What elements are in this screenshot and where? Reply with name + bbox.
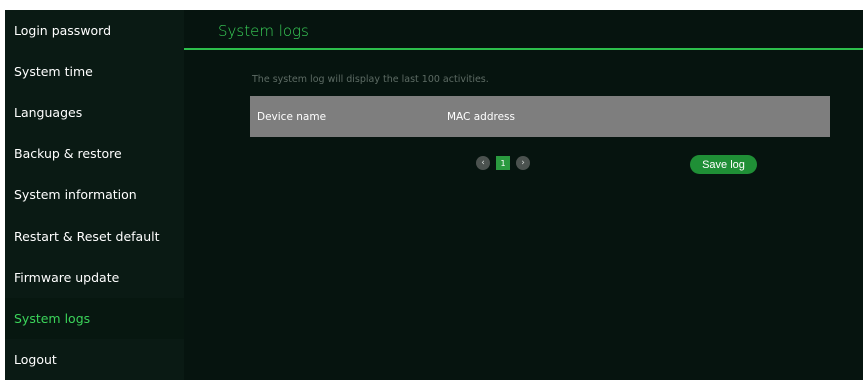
column-device-name: Device name <box>257 110 327 123</box>
sidebar-item-system-time[interactable]: System time <box>5 51 184 92</box>
sidebar-item-languages[interactable]: Languages <box>5 92 184 133</box>
column-mac-address: MAC address <box>447 110 515 123</box>
next-page-icon[interactable]: › <box>516 156 530 170</box>
sidebar-item-firmware-update[interactable]: Firmware update <box>5 257 184 298</box>
sidebar-item-logout[interactable]: Logout <box>5 339 184 380</box>
app-frame: Login password System time Languages Bac… <box>5 10 863 380</box>
sidebar-item-system-logs[interactable]: System logs <box>5 297 184 339</box>
log-table-header: Device name MAC address <box>250 96 830 137</box>
log-description: The system log will display the last 100… <box>252 74 489 85</box>
main-content: System logs The system log will display … <box>184 10 863 380</box>
pagination: ‹ 1 › <box>476 156 530 170</box>
sidebar: Login password System time Languages Bac… <box>5 10 184 380</box>
sidebar-item-backup-restore[interactable]: Backup & restore <box>5 133 184 174</box>
page-number[interactable]: 1 <box>496 156 510 170</box>
title-bar: System logs <box>184 10 863 50</box>
prev-page-icon[interactable]: ‹ <box>476 156 490 170</box>
sidebar-item-login-password[interactable]: Login password <box>5 10 184 51</box>
sidebar-item-system-information[interactable]: System information <box>5 174 184 215</box>
page-title: System logs <box>218 22 309 40</box>
save-log-button[interactable]: Save log <box>690 155 757 174</box>
sidebar-item-restart-reset[interactable]: Restart & Reset default <box>5 216 184 257</box>
